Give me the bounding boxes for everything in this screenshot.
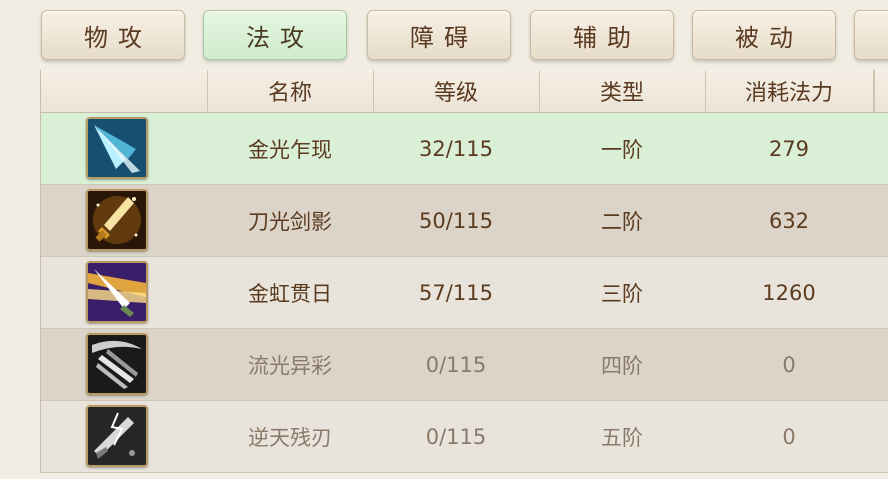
header-extra-column-cutoff (874, 70, 888, 112)
skill-level: 0/115 (425, 352, 487, 377)
header-name: 名称 (207, 70, 374, 112)
table-row[interactable]: 流光异彩 0/115 四阶 0 (41, 329, 888, 401)
tab-more-cutoff[interactable] (854, 10, 888, 60)
header-level: 等级 (373, 70, 540, 112)
skill-level: 32/115 (419, 136, 493, 161)
header-type: 类型 (539, 70, 706, 112)
skill-level: 50/115 (419, 208, 493, 233)
gray-trident-icon (86, 333, 148, 395)
skill-cost: 632 (768, 208, 810, 233)
skill-type: 三阶 (601, 281, 643, 306)
skill-category-tabs: 物攻 法攻 障碍 辅助 被动 (0, 0, 888, 68)
skill-cost: 1260 (762, 280, 816, 305)
table-row[interactable]: 逆天残刃 0/115 五阶 0 (41, 401, 888, 473)
tab-passive[interactable]: 被动 (692, 10, 836, 60)
skill-type: 一阶 (601, 137, 643, 162)
table-header: 名称 等级 类型 消耗法力 (41, 70, 888, 113)
skill-name: 逆天残刃 (248, 425, 332, 450)
skill-name: 金虹贯日 (248, 281, 332, 306)
skill-cost: 0 (782, 424, 796, 449)
skill-name: 金光乍现 (248, 137, 332, 162)
header-cost: 消耗法力 (705, 70, 874, 112)
skill-cost: 279 (768, 136, 810, 161)
radiant-sword-icon (86, 261, 148, 323)
golden-sword-icon (86, 189, 148, 251)
gray-broken-blade-icon (86, 405, 148, 467)
header-icon-column (41, 70, 208, 112)
skill-level: 0/115 (425, 424, 487, 449)
skill-name: 流光异彩 (248, 353, 332, 378)
table-row[interactable]: 刀光剑影 50/115 二阶 632 (41, 185, 888, 257)
table-row[interactable]: 金虹贯日 57/115 三阶 1260 (41, 257, 888, 329)
skill-table: 名称 等级 类型 消耗法力 金光乍现 32/115 一阶 279 刀光剑影 50… (40, 70, 888, 473)
skill-type: 四阶 (601, 353, 643, 378)
skill-type: 五阶 (601, 425, 643, 450)
table-row[interactable]: 金光乍现 32/115 一阶 279 (41, 113, 888, 185)
blue-blade-icon (86, 117, 148, 179)
skill-level: 57/115 (419, 280, 493, 305)
skill-cost: 0 (782, 352, 796, 377)
skill-type: 二阶 (601, 209, 643, 234)
tab-obstruction[interactable]: 障碍 (367, 10, 511, 60)
tab-magic-attack[interactable]: 法攻 (203, 10, 347, 60)
tab-physical-attack[interactable]: 物攻 (41, 10, 185, 60)
tab-support[interactable]: 辅助 (530, 10, 674, 60)
skill-name: 刀光剑影 (248, 209, 332, 234)
